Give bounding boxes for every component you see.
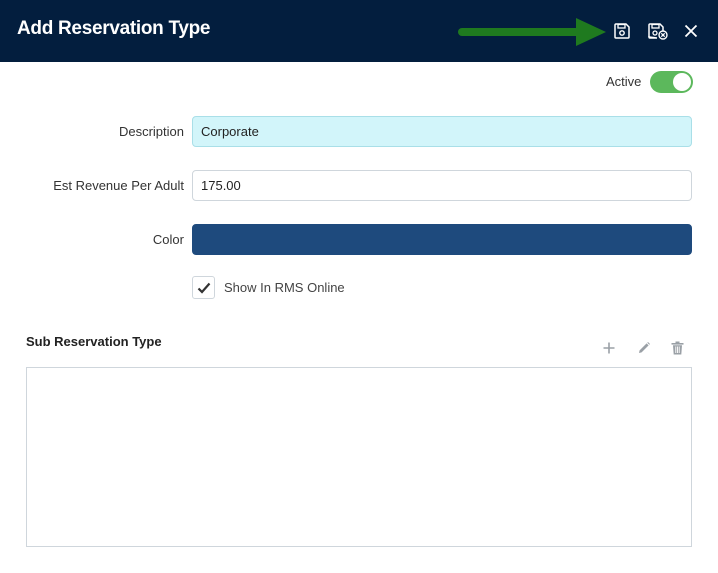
checkmark-icon — [197, 282, 210, 294]
save-close-button[interactable] — [645, 17, 671, 45]
add-button[interactable] — [599, 338, 619, 358]
show-online-label: Show In RMS Online — [224, 280, 345, 295]
save-close-icon — [648, 23, 668, 40]
description-field[interactable]: Corporate — [192, 116, 692, 147]
save-icon — [614, 23, 630, 39]
close-button[interactable] — [678, 17, 704, 45]
description-label: Description — [118, 124, 184, 139]
close-icon — [684, 24, 698, 38]
active-toggle[interactable] — [650, 71, 693, 93]
dialog-header: Add Reservation Type — [0, 0, 718, 62]
delete-button[interactable] — [667, 338, 687, 358]
edit-icon — [639, 342, 650, 353]
est-revenue-field[interactable]: 175.00 — [192, 170, 692, 201]
dialog-title: Add Reservation Type — [17, 18, 211, 39]
delete-icon — [671, 341, 683, 355]
color-picker[interactable] — [192, 224, 692, 255]
add-icon — [603, 342, 615, 354]
sub-reservation-title: Sub Reservation Type — [26, 334, 162, 349]
show-online-checkbox[interactable] — [192, 276, 215, 299]
est-revenue-label: Est Revenue Per Adult — [53, 178, 184, 193]
sub-reservation-grid[interactable] — [26, 367, 692, 547]
active-label: Active — [606, 74, 642, 89]
save-button[interactable] — [609, 17, 635, 45]
color-label: Color — [152, 232, 184, 247]
edit-button[interactable] — [634, 338, 654, 358]
toggle-knob — [673, 73, 691, 91]
annotation-arrow — [458, 18, 606, 46]
